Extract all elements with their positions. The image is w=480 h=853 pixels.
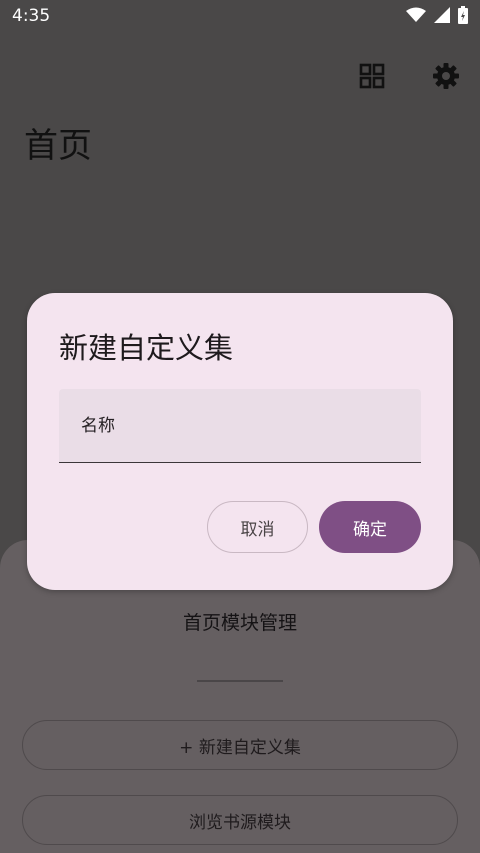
status-icons [406,6,468,28]
dialog-title: 新建自定义集 [59,331,234,365]
name-input[interactable]: 名称 [59,389,421,463]
status-bar: 4:35 [0,0,480,32]
sheet-divider [197,680,283,682]
top-actions [320,56,480,96]
browse-modules-button[interactable]: 浏览书源模块 [22,795,458,845]
sheet-title: 首页模块管理 [182,612,297,634]
battery-icon [458,6,468,28]
new-collection-dialog: 新建自定义集 名称 取消 确定 [27,293,453,590]
new-collection-button[interactable]: + 新建自定义集 [22,720,458,770]
confirm-button[interactable]: 确定 [319,501,421,553]
signal-icon [434,7,450,27]
wifi-icon [406,7,426,27]
grid-icon[interactable] [352,56,392,96]
gear-icon[interactable] [426,56,466,96]
status-time: 4:35 [12,6,51,26]
cancel-button[interactable]: 取消 [207,501,308,553]
page-title: 首页 [24,126,92,166]
name-field-label: 名称 [81,416,115,436]
